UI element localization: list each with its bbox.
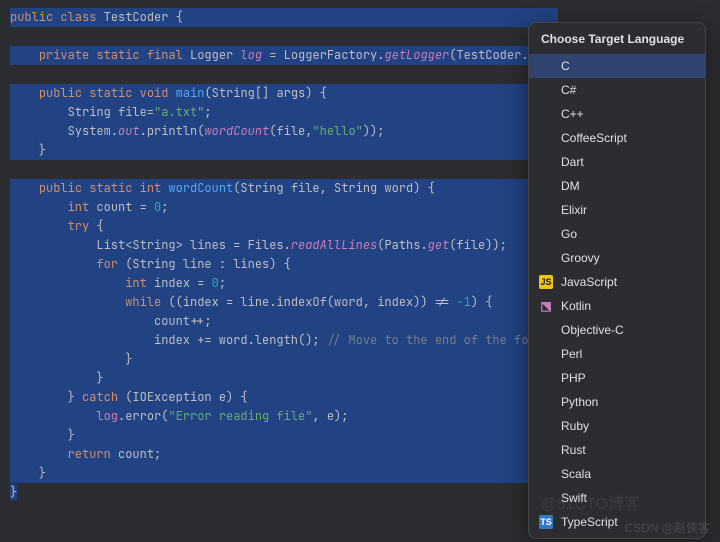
blank-icon — [539, 59, 553, 73]
blank-icon — [539, 347, 553, 361]
blank-icon — [539, 323, 553, 337]
language-item-go[interactable]: Go — [529, 222, 705, 246]
blank-icon — [539, 227, 553, 241]
blank-icon — [539, 83, 553, 97]
language-label: PHP — [561, 369, 586, 387]
blank-icon — [539, 371, 553, 385]
language-item-objective-c[interactable]: Objective-C — [529, 318, 705, 342]
language-label: Python — [561, 393, 598, 411]
language-list: C C# C++ CoffeeScript Dart DM Elixir Go Groovy JS… — [529, 54, 705, 538]
blank-icon — [539, 203, 553, 217]
language-label: Groovy — [561, 249, 600, 267]
blank-icon — [539, 155, 553, 169]
language-item-kotlin[interactable]: ⬔ Kotlin — [529, 294, 705, 318]
language-label: Dart — [561, 153, 584, 171]
language-item-javascript[interactable]: JS JavaScript — [529, 270, 705, 294]
language-label: Elixir — [561, 201, 587, 219]
language-item-c-[interactable]: C# — [529, 78, 705, 102]
blank-icon — [539, 443, 553, 457]
blank-icon — [539, 107, 553, 121]
language-label: Objective-C — [561, 321, 624, 339]
target-language-popup: Choose Target Language C C# C++ CoffeeScrip… — [528, 22, 706, 539]
language-item-dart[interactable]: Dart — [529, 150, 705, 174]
language-label: C++ — [561, 105, 584, 123]
language-label: Kotlin — [561, 297, 591, 315]
language-label: Go — [561, 225, 577, 243]
typescript-icon: TS — [539, 515, 553, 529]
language-label: Scala — [561, 465, 591, 483]
blank-icon — [539, 179, 553, 193]
language-item-c[interactable]: C — [529, 54, 705, 78]
language-label: DM — [561, 177, 580, 195]
blank-icon — [539, 395, 553, 409]
language-label: C — [561, 57, 570, 75]
language-item-c-[interactable]: C++ — [529, 102, 705, 126]
blank-icon — [539, 131, 553, 145]
blank-icon — [539, 251, 553, 265]
language-item-elixir[interactable]: Elixir — [529, 198, 705, 222]
language-item-coffeescript[interactable]: CoffeeScript — [529, 126, 705, 150]
language-label: CoffeeScript — [561, 129, 627, 147]
watermark: CSDN @赵侠客 — [624, 519, 710, 536]
language-label: TypeScript — [561, 513, 618, 531]
language-item-ruby[interactable]: Ruby — [529, 414, 705, 438]
popup-title: Choose Target Language — [529, 23, 705, 54]
javascript-icon: JS — [539, 275, 553, 289]
watermark-2: @51CTO博客 — [540, 490, 640, 514]
language-label: Perl — [561, 345, 582, 363]
language-label: Ruby — [561, 417, 589, 435]
language-label: C# — [561, 81, 576, 99]
language-item-rust[interactable]: Rust — [529, 438, 705, 462]
language-item-python[interactable]: Python — [529, 390, 705, 414]
language-item-groovy[interactable]: Groovy — [529, 246, 705, 270]
language-item-dm[interactable]: DM — [529, 174, 705, 198]
blank-icon — [539, 467, 553, 481]
language-item-php[interactable]: PHP — [529, 366, 705, 390]
blank-icon — [539, 419, 553, 433]
language-label: JavaScript — [561, 273, 617, 291]
kotlin-icon: ⬔ — [539, 299, 553, 313]
language-item-perl[interactable]: Perl — [529, 342, 705, 366]
language-label: Rust — [561, 441, 586, 459]
language-item-scala[interactable]: Scala — [529, 462, 705, 486]
